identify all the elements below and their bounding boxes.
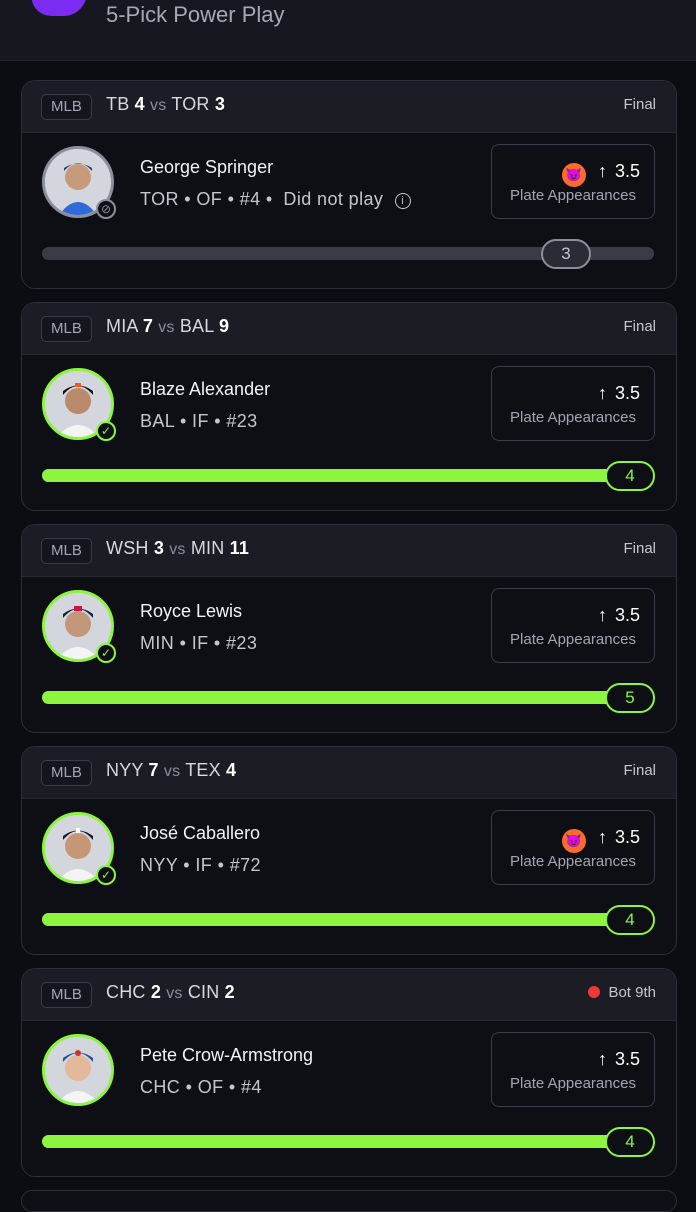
result-pill: 3 [541,239,591,269]
entry-title: 5-Pick Power Play [106,2,285,27]
game-score: CHC 2 vs CIN 2 [106,982,235,1002]
did-not-play-icon: ⊘ [96,199,116,219]
game-header: MLB WSH 3 vs MIN 11 Final [22,525,676,577]
line-value: 3.5 [614,827,640,847]
player-avatar [42,1034,114,1106]
stat-label: Plate Appearances [510,631,636,648]
player-meta: NYY • IF • #72 [140,855,261,875]
arrow-up-icon: ↑ [597,605,607,625]
progress-fill [42,1135,654,1148]
game-score: TB 4 vs TOR 3 [106,94,226,114]
pick-card[interactable]: MLB TB 4 vs TOR 3 Final ⊘ George Springe… [21,80,677,289]
line-value: 3.5 [614,605,640,625]
result-pill: 4 [605,905,655,935]
game-score: NYY 7 vs TEX 4 [106,760,237,780]
live-indicator-icon [588,986,601,998]
info-icon[interactable]: i [394,193,411,209]
devil-emoji-icon: 😈 [561,163,586,187]
stat-label: Plate Appearances [510,853,636,870]
game-status: Final [623,540,656,557]
arrow-up-icon: ↑ [597,383,607,403]
progress-track [42,691,654,704]
line-value: 3.5 [614,161,640,181]
game-header: MLB MIA 7 vs BAL 9 Final [22,303,676,355]
line-value: 3.5 [614,1049,640,1069]
game-score: WSH 3 vs MIN 11 [106,538,250,558]
check-icon: ✓ [96,643,116,663]
player-name: George Springer [140,157,274,177]
player-meta: MIN • IF • #23 [140,633,258,653]
league-tag: MLB [41,538,92,564]
progress-track [42,1135,654,1148]
pick-card[interactable]: MLB NYY 7 vs TEX 4 Final ✓ José Caballer… [21,746,677,955]
game-header: MLB NYY 7 vs TEX 4 Final [22,747,676,799]
stat-label: Plate Appearances [510,409,636,426]
player-name: Pete Crow-Armstrong [140,1045,314,1065]
game-header: MLB TB 4 vs TOR 3 Final [22,81,676,133]
result-pill: 5 [605,683,655,713]
next-card-edge [21,1190,677,1212]
player-meta: BAL • IF • #23 [140,411,258,431]
arrow-up-icon: ↑ [597,827,607,847]
line-value: 3.5 [614,383,640,403]
stat-label: Plate Appearances [510,187,636,204]
projection-box: 😈 ↑ 3.5 Plate Appearances [491,810,655,885]
league-tag: MLB [41,94,92,120]
check-icon: ✓ [96,865,116,885]
projection-box: 😈 ↑ 3.5 Plate Appearances [491,144,655,219]
top-bar: 5-Pick Power Play [0,0,696,61]
league-tag: MLB [41,760,92,786]
player-name: Royce Lewis [140,601,243,621]
player-meta: CHC • OF • #4 [140,1077,262,1097]
check-icon: ✓ [96,421,116,441]
progress-fill [42,913,654,926]
pick-card[interactable]: MLB CHC 2 vs CIN 2 Bot 9th Pete Crow-Arm… [21,968,677,1177]
arrow-up-icon: ↑ [597,161,607,181]
league-tag: MLB [41,982,92,1008]
game-status: Final [623,318,656,335]
game-status: Final [623,96,656,113]
player-name: Blaze Alexander [140,379,271,399]
progress-fill [42,469,654,482]
game-status: Bot 9th [588,984,656,1001]
brand-logo [26,0,90,16]
arrow-up-icon: ↑ [597,1049,607,1069]
progress-track [42,469,654,482]
result-pill: 4 [605,461,655,491]
projection-box: ↑ 3.5 Plate Appearances [491,1032,655,1107]
pick-card[interactable]: MLB MIA 7 vs BAL 9 Final ✓ Blaze Alexand… [21,302,677,511]
game-status: Final [623,762,656,779]
progress-track [42,913,654,926]
projection-box: ↑ 3.5 Plate Appearances [491,588,655,663]
projection-box: ↑ 3.5 Plate Appearances [491,366,655,441]
game-header: MLB CHC 2 vs CIN 2 Bot 9th [22,969,676,1021]
player-name: José Caballero [140,823,261,843]
pick-card[interactable]: MLB WSH 3 vs MIN 11 Final ✓ Royce Lewis … [21,524,677,733]
progress-fill [42,691,654,704]
game-score: MIA 7 vs BAL 9 [106,316,230,336]
league-tag: MLB [41,316,92,342]
devil-emoji-icon: 😈 [561,829,586,853]
dnp-label: Did not play [283,189,384,209]
stat-label: Plate Appearances [510,1075,636,1092]
result-pill: 4 [605,1127,655,1157]
player-meta: TOR • OF • #4 • Did not play i [140,189,411,210]
